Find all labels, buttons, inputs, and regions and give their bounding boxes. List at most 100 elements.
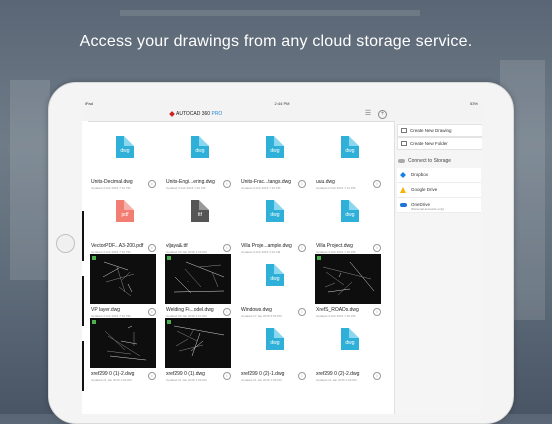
file-name: xref299 0 (1).dwg (166, 371, 205, 377)
info-icon[interactable]: i (373, 308, 381, 316)
storage-item-google-drive[interactable]: Google Drive (397, 183, 481, 198)
file-thumbnail[interactable]: dwg (315, 126, 381, 176)
battery-level: 53% (469, 101, 478, 106)
action-sidebar: Create New Drawing Create New Folder Con… (394, 121, 482, 414)
headline: Access your drawings from any cloud stor… (79, 33, 473, 50)
dwg-file-icon: dwg (341, 200, 359, 222)
dwg-file-icon: dwg (266, 328, 284, 350)
file-thumbnail[interactable]: ttf (165, 190, 231, 240)
google-drive-icon (400, 187, 406, 193)
file-type-label: dwg (345, 148, 355, 154)
dropbox-label: Dropbox (411, 172, 429, 177)
dwg-file-icon: dwg (266, 136, 284, 158)
info-icon[interactable]: i (298, 180, 306, 188)
file-updated: Updated 21 Jan 2015 1:09 AM (91, 378, 132, 382)
file-type-label: pdf (121, 212, 129, 218)
file-thumbnail[interactable] (165, 254, 231, 304)
file-type-label: dwg (270, 148, 280, 154)
storage-item-onedrive[interactable]: OneDrive (Personal accounts only) (397, 198, 481, 213)
autodesk-logo-icon (169, 110, 175, 117)
info-icon[interactable]: i (298, 244, 306, 252)
ttf-file-icon: ttf (191, 200, 209, 222)
app-version: 360 (201, 111, 211, 117)
file-thumbnail[interactable]: dwg (90, 126, 156, 176)
info-icon[interactable]: i (223, 308, 231, 316)
drawing-preview (165, 254, 231, 304)
info-icon[interactable]: i (373, 244, 381, 252)
info-icon[interactable]: i (298, 308, 306, 316)
file-grid: dwg Units-Decimal.dwg Updated 4 Feb 2015 7… (90, 126, 390, 414)
info-icon[interactable]: i (148, 244, 156, 252)
create-drawing-button[interactable]: Create New Drawing (397, 124, 482, 137)
file-name: xref299 0 (1)-2.dwg (91, 371, 135, 377)
file-thumbnail[interactable]: dwg (240, 254, 306, 304)
connect-heading-text: Connect to Storage (408, 158, 452, 164)
file-name: vljaya&.ttf (166, 243, 188, 249)
file-thumbnail[interactable]: pdf (90, 190, 156, 240)
dropbox-icon (400, 172, 406, 178)
info-icon[interactable]: i (223, 244, 231, 252)
dwg-file-icon: dwg (341, 136, 359, 158)
app-edition: PRO (211, 111, 223, 117)
cad-lines (173, 261, 225, 294)
file-type-label: dwg (270, 340, 280, 346)
file-type-label: ttf (197, 212, 203, 218)
create-folder-button[interactable]: Create New Folder (397, 137, 482, 150)
google-drive-label: Google Drive (411, 187, 438, 192)
drawing-preview (315, 254, 381, 304)
new-folder-icon (401, 141, 407, 147)
folder-pane-edge (82, 121, 88, 414)
file-thumbnail[interactable]: dwg (240, 318, 306, 368)
drawing-preview (165, 318, 231, 368)
info-icon[interactable]: i (298, 372, 306, 380)
file-thumbnail[interactable]: dwg (315, 318, 381, 368)
top-nav: AUTOCAD 360 PRO ☰ + (82, 107, 482, 122)
info-icon[interactable]: i (148, 372, 156, 380)
dwg-file-icon: dwg (116, 136, 134, 158)
dwg-file-icon: dwg (341, 328, 359, 350)
dwg-file-icon: dwg (191, 136, 209, 158)
file-thumbnail[interactable] (165, 318, 231, 368)
add-icon[interactable]: + (378, 110, 387, 119)
info-icon[interactable]: i (148, 180, 156, 188)
file-name: XrefS_ROADs.dwg (316, 307, 359, 313)
home-button[interactable] (56, 234, 75, 253)
status-time: 2:44 PM (274, 101, 290, 106)
info-icon[interactable]: i (223, 372, 231, 380)
file-name: Windows.dwg (241, 307, 272, 313)
file-thumbnail[interactable] (315, 254, 381, 304)
cad-lines (322, 261, 375, 296)
create-folder-label: Create New Folder (410, 141, 448, 146)
file-name: Units-Frac...tangs.dwg (241, 179, 292, 185)
file-thumbnail[interactable]: dwg (240, 126, 306, 176)
file-name: Units-Decimal.dwg (91, 179, 133, 185)
storage-item-dropbox[interactable]: Dropbox (397, 168, 481, 183)
info-icon[interactable]: i (373, 180, 381, 188)
file-name: Units-Engi...ering.dwg (166, 179, 215, 185)
file-type-label: dwg (120, 148, 130, 154)
create-drawing-label: Create New Drawing (410, 128, 452, 133)
file-type-label: dwg (270, 212, 280, 218)
list-view-icon[interactable]: ☰ (364, 110, 372, 118)
cad-lines (104, 325, 147, 361)
file-type-label: dwg (195, 148, 205, 154)
new-drawing-icon (401, 128, 407, 134)
info-icon[interactable]: i (148, 308, 156, 316)
file-thumbnail[interactable]: dwg (165, 126, 231, 176)
file-thumbnail[interactable] (90, 318, 156, 368)
connect-storage-heading: Connect to Storage (398, 158, 451, 164)
drawing-preview (90, 254, 156, 304)
file-thumbnail[interactable]: dwg (315, 190, 381, 240)
cloud-icon (398, 158, 405, 163)
info-icon[interactable]: i (223, 180, 231, 188)
dwg-file-icon: dwg (266, 200, 284, 222)
file-name: Villa Project.dwg (316, 243, 353, 249)
file-thumbnail[interactable] (90, 254, 156, 304)
file-thumbnail[interactable]: dwg (240, 190, 306, 240)
file-name: Welding Fi...odel.dwg (166, 307, 214, 313)
app-logo: AUTOCAD 360 PRO (169, 110, 223, 117)
onedrive-icon (400, 203, 407, 207)
file-updated: Updated 21 Jan 2015 1:09 AM (241, 378, 282, 382)
file-name: VP layer.dwg (91, 307, 121, 313)
info-icon[interactable]: i (373, 372, 381, 380)
